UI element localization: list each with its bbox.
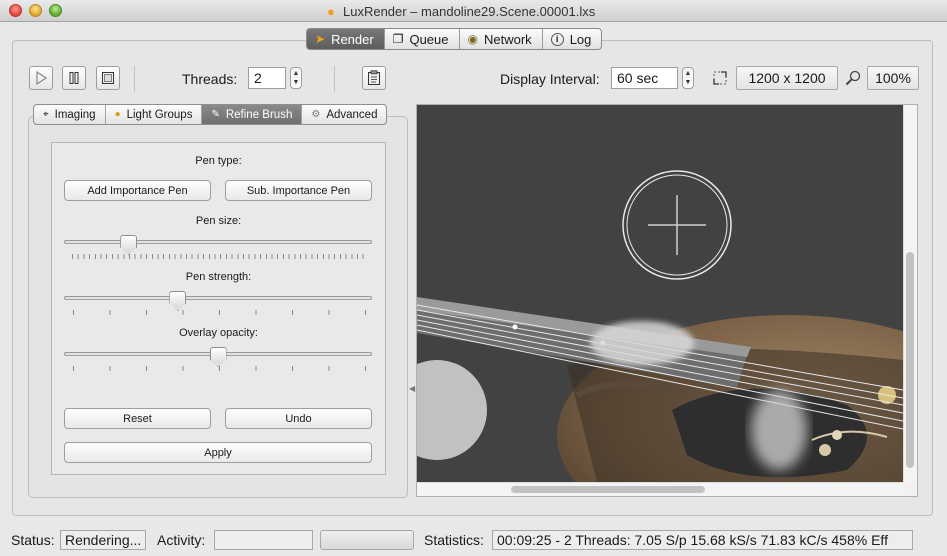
luxrender-logo-icon: ● bbox=[327, 4, 335, 19]
threads-stepper[interactable]: ▲ ▼ bbox=[290, 67, 302, 89]
copy-to-clipboard-button[interactable] bbox=[362, 66, 386, 90]
overlay-opacity-ticks bbox=[73, 366, 368, 371]
close-window-button[interactable] bbox=[9, 4, 22, 17]
sub-importance-pen-button[interactable]: Sub. Importance Pen bbox=[225, 180, 372, 201]
tab-network[interactable]: ◉ Network bbox=[460, 29, 543, 49]
tab-refine-brush-label: Refine Brush bbox=[225, 108, 293, 121]
window-title: LuxRender – mandoline29.Scene.00001.lxs bbox=[343, 4, 596, 19]
statistics-value: 00:09:25 - 2 Threads: 7.05 S/p 15.68 kS/… bbox=[492, 530, 913, 550]
pen-size-slider-track[interactable] bbox=[64, 240, 372, 244]
activity-value bbox=[214, 530, 313, 550]
tab-imaging[interactable]: ⌖ Imaging bbox=[34, 105, 106, 124]
pen-type-label: Pen type: bbox=[195, 155, 242, 167]
tab-advanced-label: Advanced bbox=[326, 108, 378, 121]
toolbar-separator bbox=[334, 66, 335, 92]
zoom-level-display: 100% bbox=[867, 66, 919, 90]
display-interval-label: Display Interval: bbox=[500, 71, 600, 87]
threads-input[interactable]: 2 bbox=[248, 67, 286, 89]
threads-label: Threads: bbox=[182, 71, 238, 87]
pen-size-ticks bbox=[72, 254, 367, 259]
pause-render-button[interactable] bbox=[62, 66, 86, 90]
tab-refine-brush[interactable]: ✎ Refine Brush bbox=[202, 105, 303, 124]
splitter-handle[interactable]: ◀ bbox=[409, 384, 415, 393]
tab-advanced[interactable]: ⚙ Advanced bbox=[302, 105, 386, 124]
pause-icon bbox=[69, 72, 79, 84]
status-value: Rendering... bbox=[60, 530, 146, 550]
tab-log-label: Log bbox=[569, 31, 592, 47]
tab-queue[interactable]: ❐ Queue bbox=[385, 29, 460, 49]
tab-queue-label: Queue bbox=[409, 31, 449, 47]
pen-strength-label: Pen strength: bbox=[185, 271, 252, 283]
tab-light-groups[interactable]: ● Light Groups bbox=[106, 105, 203, 124]
status-label: Status: bbox=[11, 532, 55, 548]
rendered-image bbox=[417, 105, 903, 482]
light-groups-icon: ● bbox=[114, 109, 121, 120]
pen-strength-ticks bbox=[73, 310, 368, 315]
display-interval-stepper[interactable]: ▲ ▼ bbox=[682, 67, 694, 89]
resume-render-button[interactable] bbox=[29, 66, 53, 90]
imaging-icon: ⌖ bbox=[43, 109, 49, 120]
add-importance-pen-button[interactable]: Add Importance Pen bbox=[64, 180, 211, 201]
gear-icon: ⚙ bbox=[311, 109, 321, 120]
info-icon: i bbox=[550, 32, 564, 46]
luxrender-icon: ➤ bbox=[315, 32, 326, 46]
play-icon bbox=[36, 71, 48, 85]
tab-light-groups-label: Light Groups bbox=[126, 108, 193, 121]
render-horizontal-scrollbar-thumb[interactable] bbox=[511, 486, 705, 493]
progress-bar bbox=[320, 530, 414, 550]
zoom-window-button[interactable] bbox=[49, 4, 62, 17]
queue-icon: ❐ bbox=[392, 32, 404, 46]
zoom-icon[interactable] bbox=[845, 70, 861, 89]
statistics-label: Statistics: bbox=[424, 532, 484, 548]
tab-network-label: Network bbox=[484, 31, 532, 47]
clipboard-icon bbox=[368, 70, 380, 85]
activity-label: Activity: bbox=[157, 532, 206, 548]
tab-render-label: Render bbox=[331, 31, 374, 47]
stop-icon bbox=[102, 72, 114, 84]
brush-cursor-icon bbox=[623, 171, 733, 281]
display-interval-input[interactable]: 60 sec bbox=[611, 67, 678, 89]
toolbar-separator bbox=[134, 66, 135, 92]
reset-button[interactable]: Reset bbox=[64, 408, 211, 429]
render-vertical-scrollbar-thumb[interactable] bbox=[906, 252, 914, 468]
network-icon: ◉ bbox=[467, 32, 478, 46]
tab-render[interactable]: ➤ Render bbox=[307, 29, 385, 49]
apply-button[interactable]: Apply bbox=[64, 442, 372, 463]
minimize-window-button[interactable] bbox=[29, 4, 42, 17]
pen-size-label: Pen size: bbox=[195, 215, 242, 227]
resolution-icon bbox=[712, 70, 728, 89]
tab-log[interactable]: i Log bbox=[543, 29, 602, 49]
main-tab-bar: ➤ Render ❐ Queue ◉ Network i Log bbox=[306, 28, 603, 50]
render-view[interactable] bbox=[417, 105, 903, 482]
undo-button[interactable]: Undo bbox=[225, 408, 372, 429]
pen-strength-slider-track[interactable] bbox=[64, 296, 372, 300]
settings-tab-bar: ⌖ Imaging ● Light Groups ✎ Refine Brush … bbox=[33, 104, 388, 125]
tab-imaging-label: Imaging bbox=[54, 108, 96, 121]
resolution-display: 1200 x 1200 bbox=[736, 66, 838, 90]
brush-icon: ✎ bbox=[211, 109, 220, 120]
overlay-opacity-label: Overlay opacity: bbox=[179, 327, 258, 339]
stop-render-button[interactable] bbox=[96, 66, 120, 90]
